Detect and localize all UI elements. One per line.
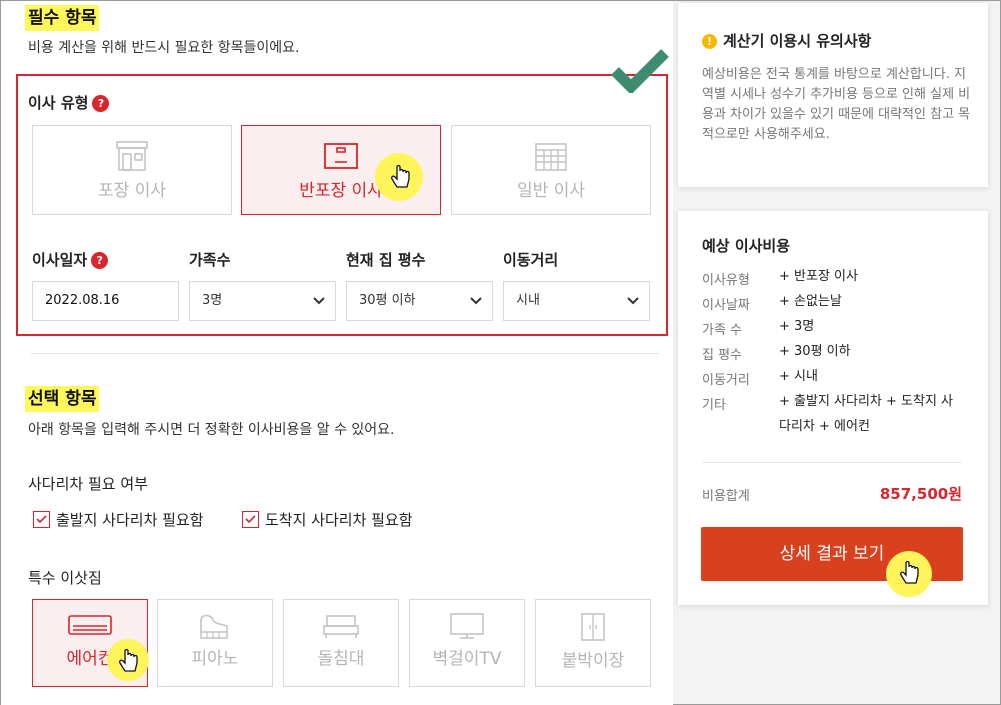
notice-title: ! 계산기 이용시 유의사항: [702, 30, 871, 51]
total-label: 비용합계: [702, 489, 750, 504]
date-input[interactable]: 2022.08.16: [32, 281, 179, 321]
distance-select[interactable]: 시내: [503, 281, 650, 321]
special-item-stone-bed[interactable]: 돌침대: [283, 599, 399, 687]
checkmark-icon: [611, 49, 669, 93]
required-section-title: 필수 항목: [25, 5, 100, 31]
family-label: 가족수: [189, 251, 231, 269]
wardrobe-icon: [581, 613, 605, 641]
warning-icon: !: [702, 34, 717, 49]
distance-label: 이동거리: [503, 251, 559, 269]
piano-icon: [200, 614, 228, 639]
required-section-subtitle: 비용 계산을 위해 반드시 필요한 항목들이에요.: [28, 40, 300, 56]
tv-icon: [450, 613, 484, 639]
estimate-card: 예상 이사비용 이사유형 + 반포장 이사 이사날짜 + 손없는날 가족 수 +…: [678, 211, 988, 605]
optional-section-title: 선택 항목: [25, 386, 100, 412]
special-item-wall-tv[interactable]: 벽걸이TV: [409, 599, 525, 687]
total-divider: [702, 462, 962, 463]
checkbox-checked-icon[interactable]: [242, 511, 259, 528]
hand-cursor-icon: [119, 649, 138, 672]
departure-ladder-checkbox[interactable]: 출발지 사다리차 필요함: [33, 509, 204, 530]
special-item-piano[interactable]: 피아노: [157, 599, 273, 687]
ladder-label: 사다리차 필요 여부: [28, 475, 148, 493]
bed-icon: [323, 615, 359, 638]
special-item-built-in-wardrobe[interactable]: 붙박이장: [535, 599, 651, 687]
estimate-title: 예상 이사비용: [702, 237, 791, 255]
chevron-down-icon: [313, 297, 325, 305]
store-icon: [116, 141, 148, 171]
house-size-select[interactable]: 30평 이하: [346, 281, 493, 321]
chevron-down-icon: [627, 297, 639, 305]
move-type-option-packing[interactable]: 포장 이사: [32, 125, 232, 215]
notice-card: ! 계산기 이용시 유의사항 예상비용은 전국 통계를 바탕으로 계산합니다. 지…: [678, 3, 988, 187]
help-icon[interactable]: ?: [91, 252, 109, 269]
special-items-label: 특수 이삿짐: [28, 569, 102, 587]
help-icon[interactable]: ?: [92, 95, 110, 112]
house-size-label: 현재 집 평수: [346, 251, 426, 269]
notice-body: 예상비용은 전국 통계를 바탕으로 계산합니다. 지역별 시세나 성수기 추가비…: [702, 67, 971, 142]
optional-section-subtitle: 아래 항목을 입력해 주시면 더 정확한 이사비용을 알 수 있어요.: [28, 422, 395, 438]
move-type-option-general[interactable]: 일반 이사: [451, 125, 651, 215]
air-conditioner-icon: [68, 615, 112, 635]
box-icon: [324, 143, 358, 169]
building-icon: [535, 143, 567, 171]
date-label: 이사일자?: [32, 249, 109, 270]
move-type-label: 이사 유형?: [28, 92, 110, 113]
family-select[interactable]: 3명: [189, 281, 336, 321]
checkbox-checked-icon[interactable]: [33, 511, 50, 528]
arrival-ladder-checkbox[interactable]: 도착지 사다리차 필요함: [242, 509, 413, 530]
hand-cursor-icon: [900, 561, 919, 584]
hand-cursor-icon: [391, 165, 410, 188]
section-divider: [31, 353, 659, 354]
chevron-down-icon: [470, 297, 482, 305]
total-value: 857,500원: [879, 485, 962, 503]
calculator-form: 필수 항목 비용 계산을 위해 반드시 필요한 항목들이에요. 이사 유형? 포…: [1, 1, 673, 705]
